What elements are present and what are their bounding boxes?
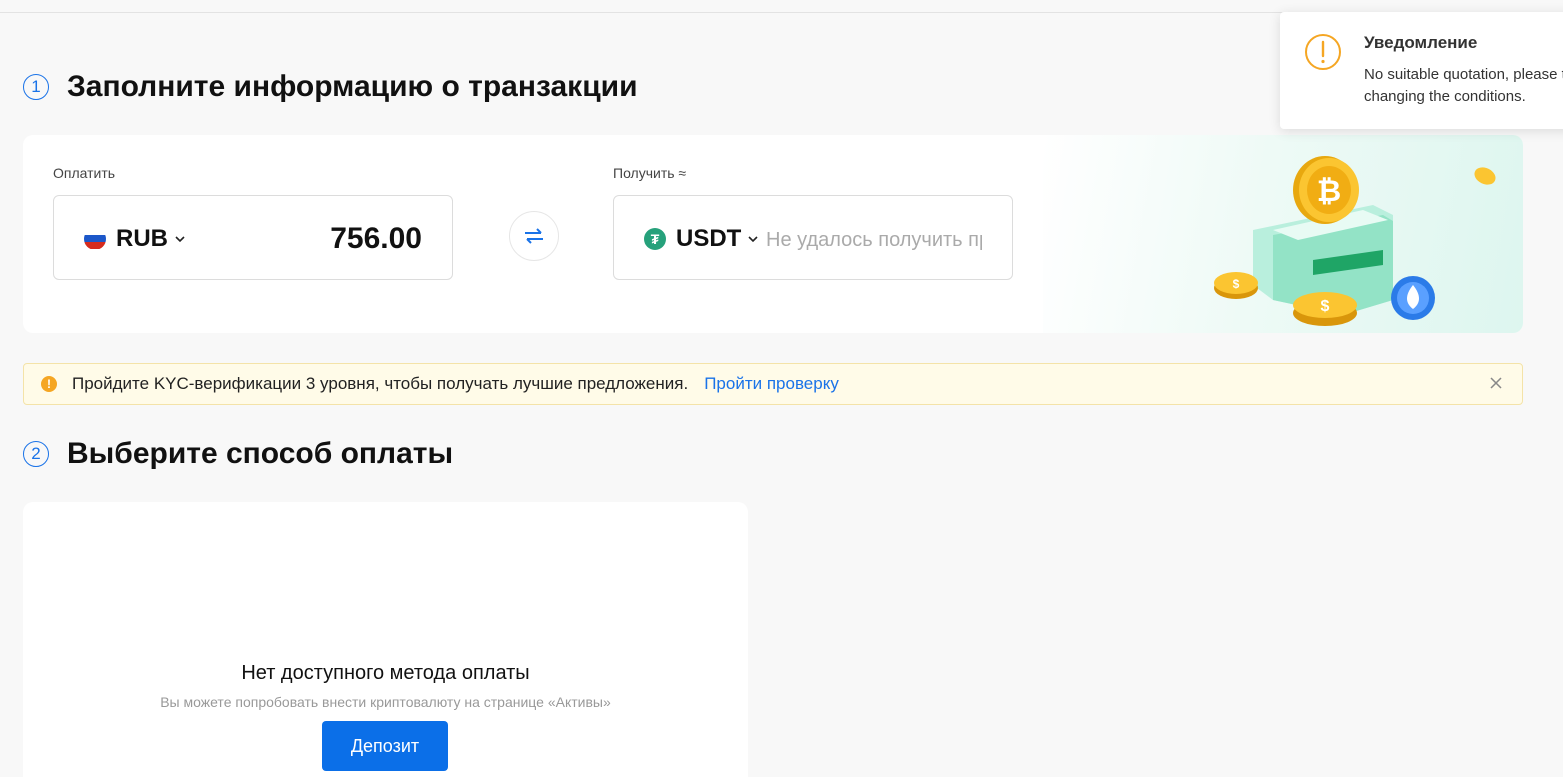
svg-text:₿: ₿ [1317,175,1341,208]
notification-message: No suitable quotation, please try changi… [1364,66,1563,105]
deposit-button[interactable]: Депозит [322,721,448,771]
warning-icon: ! [41,376,57,392]
empty-state-title: Нет доступного метода оплаты [241,662,530,684]
notification-toast: Уведомление No suitable quotation, pleas… [1280,12,1563,129]
pay-currency-select[interactable]: RUB [84,196,186,281]
chevron-down-icon [748,235,758,242]
receive-currency-select[interactable]: ₮ USDT [644,196,759,281]
swap-arrows-icon [525,228,543,244]
pay-label: Оплатить [53,165,116,181]
receive-label: Получить ≈ [613,165,687,181]
tether-icon: ₮ [644,227,666,250]
payment-methods-card: Нет доступного метода оплаты Вы можете п… [23,502,748,777]
step-1-header: 1 Заполните информацию о транзакции [23,70,638,104]
chevron-down-icon [175,235,185,242]
receive-field[interactable]: ₮ USDT [613,195,1013,280]
coins-illustration-image: ₿ $ $ [1214,156,1496,326]
transaction-card: ₿ $ $ Оплатить RUB 756.00 Получить ≈ ₮ U… [23,135,1523,333]
step-2-title: Выберите способ оплаты [67,437,454,470]
svg-text:$: $ [1233,277,1240,291]
kyc-message: Пройдите KYC-верификации 3 уровня, чтобы… [72,374,689,393]
svg-text:$: $ [1321,298,1330,315]
receive-currency-code: USDT [676,224,742,252]
close-icon[interactable] [1488,375,1504,391]
crypto-illustration: ₿ $ $ [1043,135,1523,333]
notification-title: Уведомление [1364,33,1478,52]
receive-amount-input[interactable] [766,226,982,254]
step-2-header: 2 Выберите способ оплаты [23,437,453,471]
russia-flag-icon [84,227,106,250]
step-2-number: 2 [23,441,49,467]
pay-field[interactable]: RUB 756.00 [53,195,453,280]
pay-amount-input[interactable]: 756.00 [330,196,422,281]
kyc-verify-link[interactable]: Пройти проверку [704,374,839,394]
swap-button[interactable] [509,211,559,261]
page: 1 Заполните информацию о транзакции ₿ $ [0,0,1563,777]
warning-circle-icon [1305,34,1341,70]
empty-state-subtitle: Вы можете попробовать внести криптовалют… [160,694,611,710]
pay-currency-code: RUB [116,224,168,252]
kyc-banner: ! Пройдите KYC-верификации 3 уровня, что… [23,363,1523,405]
step-1-title: Заполните информацию о транзакции [67,70,638,103]
step-1-number: 1 [23,74,49,100]
